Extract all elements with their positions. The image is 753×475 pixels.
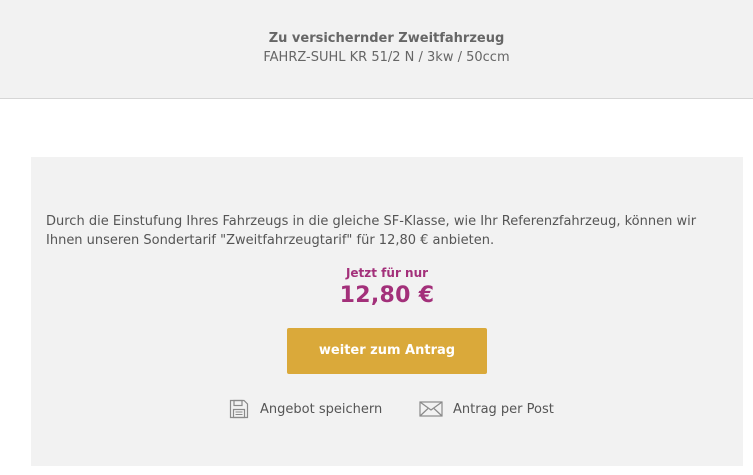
- application-by-post-label: Antrag per Post: [453, 401, 554, 417]
- vehicle-header: Zu versichernder Zweitfahrzeug FAHRZ-SUH…: [0, 0, 753, 99]
- envelope-icon: [419, 400, 443, 418]
- offer-panel: Durch die Einstufung Ihres Fahrzeugs in …: [31, 157, 743, 466]
- vehicle-description: FAHRZ-SUHL KR 51/2 N / 3kw / 50ccm: [263, 50, 510, 65]
- floppy-disk-icon: [228, 398, 250, 420]
- price-caption: Jetzt für nur: [345, 266, 429, 280]
- save-offer-link[interactable]: Angebot speichern: [228, 398, 382, 420]
- continue-to-application-button[interactable]: weiter zum Antrag: [287, 328, 487, 374]
- price: 12,80 €: [339, 283, 435, 308]
- save-offer-label: Angebot speichern: [260, 401, 383, 417]
- offer-text: Durch die Einstufung Ihres Fahrzeugs in …: [46, 214, 697, 248]
- vehicle-title: Zu versichernder Zweitfahrzeug: [268, 31, 505, 46]
- application-by-post-link[interactable]: Antrag per Post: [419, 398, 554, 420]
